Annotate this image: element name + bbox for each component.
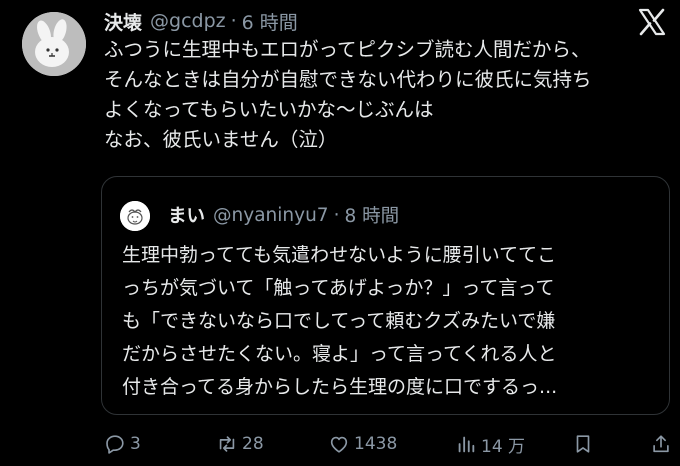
- post-time[interactable]: 6 時間: [242, 8, 298, 35]
- quote-author-name[interactable]: まい: [168, 202, 205, 228]
- views-button[interactable]: 14 万: [455, 428, 525, 460]
- post-text-line: ふつうに生理中もエロがってピクシブ読む人間だから、: [104, 38, 591, 61]
- quote-header: まい @nyaninyu7 · 8 時間: [168, 200, 399, 230]
- repost-count: 28: [242, 434, 264, 454]
- quote-text-line: 付き合ってる身からしたら生理の度に口でするっ...: [122, 376, 558, 398]
- separator-dot: ·: [230, 10, 237, 32]
- quoted-post[interactable]: まい @nyaninyu7 · 8 時間 生理中勃ってても気遣わせないように腰引…: [101, 176, 670, 415]
- author-handle[interactable]: @gcdpz: [150, 10, 226, 32]
- share-icon: [653, 435, 669, 453]
- like-count: 1438: [354, 434, 398, 454]
- post-header: 決壊 @gcdpz · 6 時間: [104, 6, 298, 36]
- views-count: 14 万: [481, 436, 526, 457]
- quote-text-line: だからさせたくない。寝よ」って言ってくれる人と: [122, 343, 557, 365]
- quote-text-line: 生理中勃ってても気遣わせないように腰引いててこ: [122, 244, 557, 266]
- heart-icon: [330, 436, 348, 453]
- post-text-line: そんなときは自分が自慰できない代わりに彼氏に気持ち: [104, 68, 592, 91]
- quote-author-handle[interactable]: @nyaninyu7: [213, 205, 329, 226]
- quote-text: 生理中勃ってても気遣わせないように腰引いててこ っちが気づいて「触ってあげよっか…: [122, 239, 662, 404]
- bookmark-icon: [576, 435, 590, 453]
- avatar[interactable]: [22, 12, 86, 76]
- post-text: ふつうに生理中もエロがってピクシブ読む人間だから、 そんなときは自分が自慰できな…: [104, 35, 669, 155]
- views-chart-icon: [458, 436, 475, 453]
- repost-icon: [219, 436, 235, 452]
- quote-text-line: も「できないなら口でしてって頼むクズみたいで嫌: [122, 310, 556, 332]
- x-logo-icon[interactable]: [637, 7, 667, 37]
- reply-count: 3: [130, 434, 141, 454]
- quote-time: 8 時間: [344, 206, 400, 227]
- quote-separator-dot: ·: [333, 204, 340, 226]
- reply-button[interactable]: 3: [104, 428, 141, 460]
- share-button[interactable]: [650, 428, 672, 460]
- post-text-line: なお、彼氏いません（泣）: [104, 128, 338, 151]
- post-text-line: よくなってもらいたいかな〜じぶんは: [104, 98, 434, 121]
- avatar-image: [22, 12, 86, 76]
- bookmark-button[interactable]: [572, 428, 594, 460]
- quote-avatar-image: [120, 201, 150, 231]
- reply-icon: [106, 435, 124, 454]
- quote-text-line: っちが気づいて「触ってあげよっか？」って言って: [122, 277, 555, 299]
- repost-button[interactable]: 28: [216, 428, 264, 460]
- quote-avatar: [120, 201, 150, 231]
- like-button[interactable]: 1438: [328, 428, 397, 460]
- author-name[interactable]: 決壊: [104, 8, 142, 35]
- action-bar: 3 28 1438 14 万: [0, 428, 680, 460]
